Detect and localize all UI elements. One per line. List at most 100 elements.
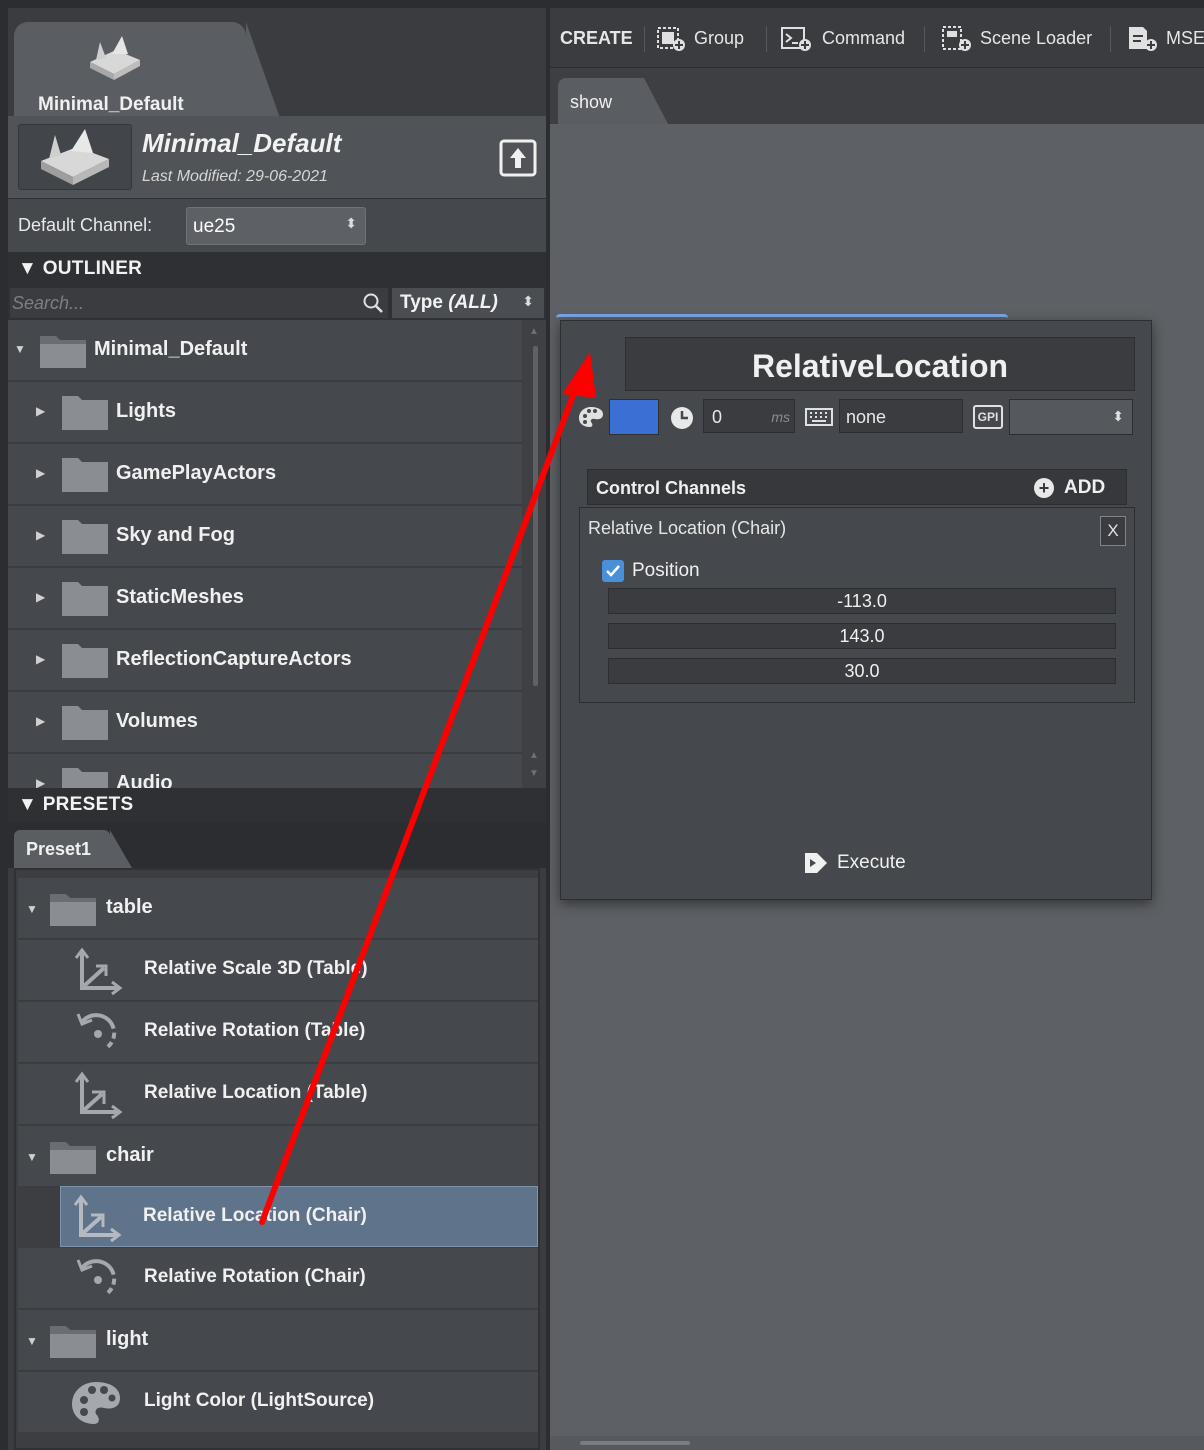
preset-item[interactable]: Light Color (LightSource) [18,1372,538,1433]
add-command-button[interactable]: Command [822,28,905,49]
add-mse-button[interactable]: MSE [1166,28,1204,49]
search-icon[interactable] [362,292,384,319]
project-title: Minimal_Default [142,128,342,158]
expand-triangle-icon[interactable]: ▼ [14,342,26,356]
tree-item-volumes[interactable]: ▶ Volumes [8,692,522,753]
project-tab[interactable]: Minimal_Default [14,22,280,118]
execute-icon [803,851,829,880]
expand-triangle-icon[interactable]: ▶ [36,714,45,728]
expand-triangle-icon[interactable]: ▶ [36,776,45,788]
expand-triangle-icon[interactable]: ▼ [26,1150,38,1164]
tree-item-gameplayactors[interactable]: ▶ GamePlayActors [8,444,522,505]
preset-folder-chair[interactable]: ▼ chair [18,1126,538,1187]
default-channel-select[interactable]: ue25 ⬍ [186,207,366,245]
tree-item-minimal-default[interactable]: ▼ Minimal_Default [8,320,522,381]
collapse-triangle-icon: ▼ [18,258,43,279]
scroll-down-icon[interactable]: ▼ [529,768,539,779]
preset-item[interactable]: Relative Scale 3D (Table) [18,940,538,1001]
scroll-up-icon[interactable]: ▲ [529,326,539,337]
project-header: Minimal_Default Last Modified: 29-06-202… [8,116,546,198]
add-group-button[interactable]: Group [694,28,744,49]
tree-item-audio[interactable]: ▶ Audio [8,754,522,788]
folder-icon [60,516,110,561]
command-title: RelativeLocation [751,348,1009,384]
scrollbar-thumb[interactable] [533,346,538,686]
export-icon[interactable] [498,138,538,178]
position-y-field[interactable]: 143.0 [608,623,1116,649]
select-arrows-icon: ⬍ [522,293,534,309]
position-z-field[interactable]: 30.0 [608,658,1116,684]
color-swatch[interactable] [609,399,659,435]
outliner-scrollbar[interactable]: ▲ ▲ ▼ [522,320,546,788]
tree-item-label: Lights [116,400,176,422]
add-command-icon[interactable] [780,24,812,57]
tree-item-lights[interactable]: ▶ Lights [8,382,522,443]
preset-item-label: Relative Location (Table) [144,1082,368,1103]
delay-input[interactable]: 0 ms [703,399,795,433]
remove-channel-button[interactable]: X [1100,516,1126,546]
type-filter-value: (ALL) [448,292,498,313]
tab-preset1[interactable]: Preset1 [14,830,132,868]
preset-folder-table[interactable]: ▼ table [18,878,538,939]
execute-button[interactable]: Execute [803,849,923,877]
control-channels-header: Control Channels + ADD [587,469,1127,505]
tab-show[interactable]: show [558,78,668,124]
location-axes-icon [67,1193,123,1248]
preset-item-label: Relative Rotation (Chair) [144,1266,366,1287]
preset-item-label: Relative Scale 3D (Table) [144,958,368,979]
create-toolbar: CREATE Group Command Scene Loader MSE [550,8,1204,68]
shortcut-value: none [846,407,887,427]
plus-circle-icon: + [1034,478,1054,498]
type-filter-label: Type [400,292,443,313]
folder-open-icon [48,1320,98,1365]
type-filter-select[interactable]: Type (ALL) ⬍ [392,288,544,318]
toolbar-divider [766,26,767,52]
toolbar-divider [924,26,925,52]
select-arrows-icon: ⬍ [1112,408,1124,424]
add-group-icon[interactable] [656,24,686,57]
expand-triangle-icon[interactable]: ▶ [36,404,45,418]
position-x-field[interactable]: -113.0 [608,588,1116,614]
add-scene-loader-button[interactable]: Scene Loader [980,28,1092,49]
horizontal-scrollbar[interactable] [550,1436,1204,1450]
toolbar-divider [1110,26,1111,52]
position-checkbox[interactable] [602,560,624,582]
control-channel-entry: Relative Location (Chair) X Position -11… [579,507,1135,703]
presets-header[interactable]: ▼ PRESETS [8,788,546,822]
expand-triangle-icon[interactable]: ▶ [36,466,45,480]
preset-folder-label: chair [106,1144,154,1166]
clock-icon [669,405,695,436]
expand-triangle-icon[interactable]: ▼ [26,902,38,916]
expand-triangle-icon[interactable]: ▼ [26,1334,38,1348]
preset-folder-light[interactable]: ▼ light [18,1310,538,1371]
outliner-header[interactable]: ▼ OUTLINER [8,252,546,286]
scrollbar-thumb[interactable] [580,1441,690,1445]
preset-item[interactable]: Relative Rotation (Table) [18,1002,538,1063]
add-mse-icon[interactable] [1126,24,1158,57]
expand-triangle-icon[interactable]: ▶ [36,652,45,666]
gpi-select[interactable]: ⬍ [1009,399,1133,435]
shortcut-input[interactable]: none [839,399,963,433]
preset-item-selected[interactable]: Relative Location (Chair) [60,1186,538,1247]
presets-header-label: PRESETS [42,794,134,815]
expand-triangle-icon[interactable]: ▶ [36,528,45,542]
preset-item[interactable]: Relative Location (Table) [18,1064,538,1125]
add-scene-loader-icon[interactable] [940,24,972,57]
search-input[interactable] [10,288,388,318]
tree-item-label: Sky and Fog [116,524,235,546]
preset-tabbar: Preset1 [8,822,546,868]
tree-item-label: GamePlayActors [116,462,277,484]
tree-item-staticmeshes[interactable]: ▶ StaticMeshes [8,568,522,629]
expand-triangle-icon[interactable]: ▶ [36,590,45,604]
add-channel-button[interactable]: + ADD [1034,476,1116,500]
command-title-field[interactable]: RelativeLocation [625,337,1135,391]
tree-item-reflectioncaptureactors[interactable]: ▶ ReflectionCaptureActors [8,630,522,691]
tree-item-sky-and-fog[interactable]: ▶ Sky and Fog [8,506,522,567]
tree-item-label: Minimal_Default [94,338,248,360]
scroll-up-icon[interactable]: ▲ [529,750,539,761]
preset-item-label: Light Color (LightSource) [144,1390,375,1411]
default-channel-row: Default Channel: ue25 ⬍ [8,198,546,252]
preset-item[interactable]: Relative Rotation (Chair) [18,1248,538,1309]
select-arrows-icon: ⬍ [345,215,357,231]
outliner-search-row: Type (ALL) ⬍ [8,286,546,320]
